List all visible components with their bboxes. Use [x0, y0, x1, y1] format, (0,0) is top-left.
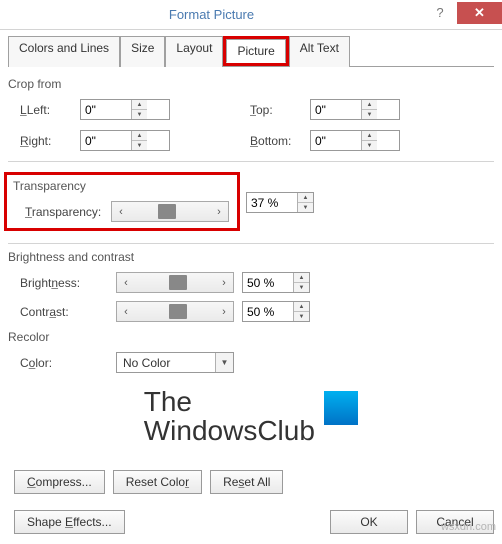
- spin-up-icon[interactable]: ▲: [362, 131, 377, 141]
- section-crop-from: Crop from: [8, 77, 494, 91]
- shape-effects-button[interactable]: Shape Effects...: [14, 510, 125, 534]
- crop-top-spinner[interactable]: ▲▼: [310, 99, 400, 120]
- help-button[interactable]: ?: [423, 2, 457, 24]
- crop-top-label: Top:: [250, 103, 310, 117]
- titlebar: Format Picture ? ✕: [0, 0, 502, 30]
- slider-right-icon[interactable]: ›: [210, 206, 228, 218]
- transparency-slider[interactable]: ‹ ›: [111, 201, 229, 222]
- reset-all-button[interactable]: Reset All: [210, 470, 283, 494]
- highlight-transparency: Transparency Transparency: ‹ ›: [4, 172, 240, 231]
- crop-bottom-input[interactable]: [311, 131, 361, 150]
- crop-left-label: LLeft:: [20, 103, 80, 117]
- recolor-color-label: Color:: [8, 356, 108, 370]
- contrast-label: Contrast:: [8, 305, 108, 319]
- spin-up-icon[interactable]: ▲: [294, 273, 309, 283]
- footer: Shape Effects... OK Cancel: [0, 510, 502, 544]
- contrast-spinner[interactable]: ▲▼: [242, 301, 310, 322]
- spin-down-icon[interactable]: ▼: [362, 141, 377, 150]
- spin-up-icon[interactable]: ▲: [298, 193, 313, 203]
- spin-down-icon[interactable]: ▼: [294, 312, 309, 321]
- slider-thumb[interactable]: [169, 304, 187, 319]
- slider-left-icon[interactable]: ‹: [117, 277, 135, 289]
- crop-left-spinner[interactable]: ▲▼: [80, 99, 170, 120]
- spin-up-icon[interactable]: ▲: [362, 100, 377, 110]
- section-transparency: Transparency: [13, 179, 231, 193]
- logo-icon: [324, 391, 358, 425]
- crop-right-input[interactable]: [81, 131, 131, 150]
- tab-layout[interactable]: Layout: [165, 36, 223, 67]
- brightness-slider[interactable]: ‹ ›: [116, 272, 234, 293]
- slider-left-icon[interactable]: ‹: [117, 306, 135, 318]
- contrast-input[interactable]: [243, 302, 293, 321]
- tabstrip: Colors and Lines Size Layout Picture Alt…: [8, 36, 494, 67]
- reset-color-button[interactable]: Reset Color: [113, 470, 202, 494]
- tab-picture[interactable]: Picture: [226, 39, 285, 63]
- spin-up-icon[interactable]: ▲: [294, 302, 309, 312]
- reset-button-row: Compress... Reset Color Reset All: [14, 470, 494, 494]
- separator: [8, 161, 494, 162]
- spin-up-icon[interactable]: ▲: [132, 131, 147, 141]
- spin-down-icon[interactable]: ▼: [362, 110, 377, 119]
- crop-bottom-label: Bottom:: [250, 134, 310, 148]
- chevron-down-icon[interactable]: ▼: [215, 353, 233, 372]
- section-recolor: Recolor: [8, 330, 494, 344]
- transparency-label: Transparency:: [13, 205, 103, 219]
- close-button[interactable]: ✕: [457, 2, 502, 24]
- slider-left-icon[interactable]: ‹: [112, 206, 130, 218]
- slider-right-icon[interactable]: ›: [215, 306, 233, 318]
- brightness-label: Brightness:: [8, 276, 108, 290]
- slider-thumb[interactable]: [169, 275, 187, 290]
- separator: [8, 243, 494, 244]
- compress-button[interactable]: Compress...: [14, 470, 105, 494]
- dialog-body: Colors and Lines Size Layout Picture Alt…: [0, 30, 502, 510]
- window-title: Format Picture: [0, 7, 423, 22]
- tab-size[interactable]: Size: [120, 36, 165, 67]
- crop-bottom-spinner[interactable]: ▲▼: [310, 130, 400, 151]
- crop-left-input[interactable]: [81, 100, 131, 119]
- brightness-spinner[interactable]: ▲▼: [242, 272, 310, 293]
- spin-down-icon[interactable]: ▼: [132, 110, 147, 119]
- slider-track[interactable]: [130, 202, 210, 221]
- spin-down-icon[interactable]: ▼: [298, 203, 313, 212]
- slider-right-icon[interactable]: ›: [215, 277, 233, 289]
- section-brightness-contrast: Brightness and contrast: [8, 250, 494, 264]
- spin-down-icon[interactable]: ▼: [294, 283, 309, 292]
- recolor-color-value: No Color: [117, 353, 215, 372]
- slider-track[interactable]: [135, 273, 215, 292]
- spin-down-icon[interactable]: ▼: [132, 141, 147, 150]
- crop-top-input[interactable]: [311, 100, 361, 119]
- tab-colors-lines[interactable]: Colors and Lines: [8, 36, 120, 67]
- highlight-picture-tab: Picture: [223, 36, 288, 66]
- crop-grid: LLeft: ▲▼ Top: ▲▼ Right: ▲▼ Bottom: ▲▼: [8, 99, 494, 151]
- spin-up-icon[interactable]: ▲: [132, 100, 147, 110]
- crop-right-spinner[interactable]: ▲▼: [80, 130, 170, 151]
- transparency-spinner[interactable]: ▲▼: [246, 192, 314, 213]
- slider-track[interactable]: [135, 302, 215, 321]
- brightness-input[interactable]: [243, 273, 293, 292]
- ok-button[interactable]: OK: [330, 510, 408, 534]
- preview-area: TheWindowsClub: [8, 387, 494, 446]
- recolor-color-dropdown[interactable]: No Color ▼: [116, 352, 234, 373]
- transparency-input[interactable]: [247, 193, 297, 212]
- slider-thumb[interactable]: [158, 204, 176, 219]
- watermark: wsxdn.com: [441, 521, 496, 533]
- contrast-slider[interactable]: ‹ ›: [116, 301, 234, 322]
- logo-text: TheWindowsClub: [144, 387, 315, 446]
- crop-right-label: Right:: [20, 134, 80, 148]
- tab-alt-text[interactable]: Alt Text: [289, 36, 350, 67]
